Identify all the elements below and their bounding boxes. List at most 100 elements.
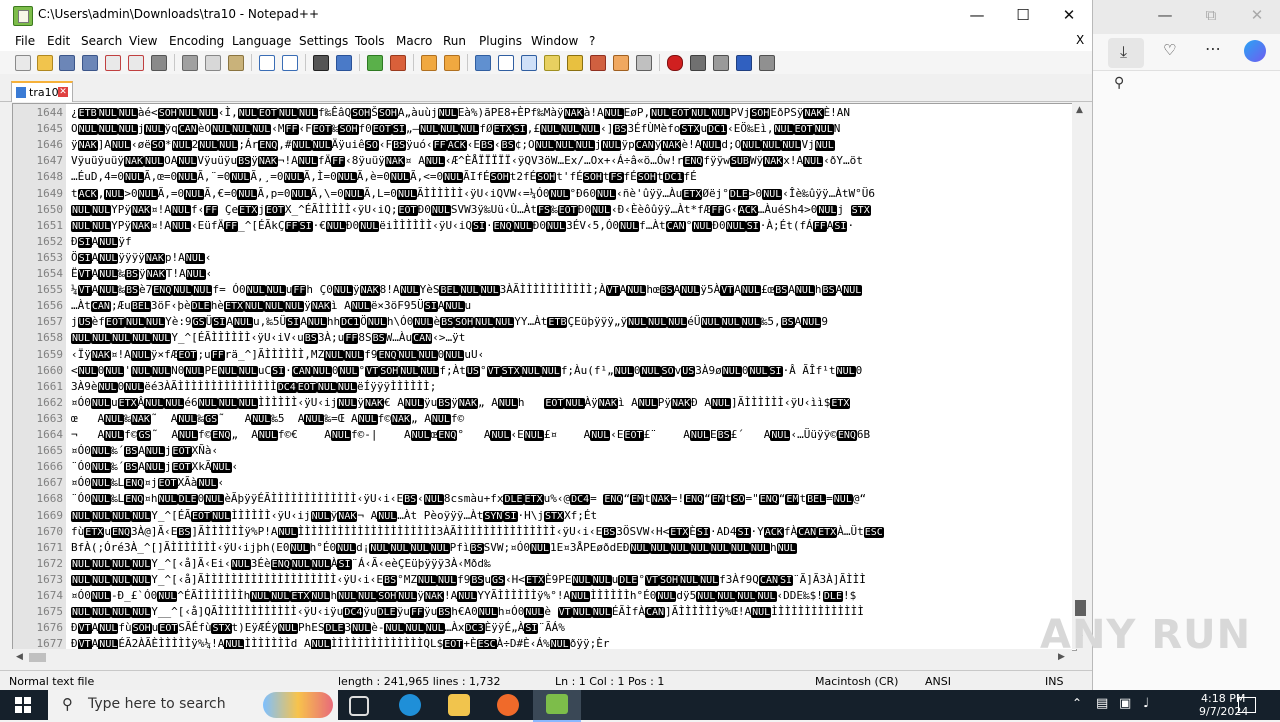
paste-icon[interactable] — [228, 55, 244, 71]
code-line[interactable]: <NUL0NUL'NUL NULN0NULPENUL NULuCSI·CAN NUL0… — [71, 364, 1073, 377]
undo-icon[interactable] — [259, 55, 275, 71]
save-all-icon[interactable] — [82, 55, 98, 71]
start-button[interactable] — [15, 697, 31, 713]
sync-horizontal-icon[interactable] — [444, 55, 460, 71]
file-explorer-icon[interactable] — [448, 694, 470, 716]
code-line[interactable]: ¨Ó0NUL‰LENQ¤hNUL DLE0NULèÃþÿÿÉÃÌÌÌÌÌÌÌÌÌÌ… — [71, 492, 1073, 506]
horizontal-scrollbar[interactable]: ◀ ▶ — [12, 649, 1072, 666]
copilot-icon[interactable] — [1244, 40, 1266, 62]
find-icon[interactable] — [313, 55, 329, 71]
record-macro-icon[interactable] — [667, 55, 683, 71]
close-all-icon[interactable] — [128, 55, 144, 71]
browser-minimize-button[interactable]: — — [1142, 0, 1188, 31]
show-all-chars-icon[interactable] — [498, 55, 514, 71]
code-line[interactable]: NUL NUL NUL NULY_^[‹å]ÃÌÌÌÌÌÌÌÌÌÌÌÌÌÌÌÌÌÌÌÌ… — [71, 573, 1073, 586]
menu-help[interactable]: ? — [589, 34, 595, 48]
code-line[interactable]: VÿuüÿuüÿNAK NULOANULVÿuüÿuBSÿNAK¬!ANULfÄF… — [71, 154, 1073, 168]
code-line[interactable]: jUSèfEOT NUL NULYè:9GSÜSIANULu,‰5ÜSIANULhh… — [71, 315, 1073, 329]
copy-icon[interactable] — [205, 55, 221, 71]
code-line[interactable]: tACK,NUL>0NULÃ,=0NULÃ,€=0NULÃ,p=0NULÃ,\=… — [71, 187, 1073, 200]
code-line[interactable]: ¤Ó0NULuETXÂNUL NULé6NUL NUL NULÌÌÌÌÌÌ‹ÿU‹ij… — [71, 396, 1073, 409]
play-macro-icon[interactable] — [713, 55, 729, 71]
cut-icon[interactable] — [182, 55, 198, 71]
menu-search[interactable]: Search — [81, 34, 122, 48]
menu-encoding[interactable]: Encoding — [169, 34, 224, 48]
volume-icon[interactable]: ♩ — [1143, 696, 1149, 711]
code-line[interactable]: ÐVTANULfùSOHuEOTSÃÉfùSTXt)EÿÆÉÿNULPhESDL… — [71, 621, 1073, 635]
code-line[interactable]: œ ANUL‰NAK˜ ANUL‰GS˜ ANUL‰5 ANUL‰=Œ ANUL… — [71, 412, 1073, 425]
doc-map-icon[interactable] — [567, 55, 583, 71]
monitoring-icon[interactable] — [636, 55, 652, 71]
menu-plugins[interactable]: Plugins — [479, 34, 522, 48]
taskbar-search-box[interactable]: ⚲ Type here to search — [48, 690, 338, 720]
tab-tra10[interactable]: tra10 ✕ — [11, 81, 73, 102]
code-line[interactable]: …ÀtCAN;ÆuBEL3öF‹þèDLEhèETX NUL NUL NULÿNAKì… — [71, 299, 1073, 313]
firefox-icon[interactable] — [497, 694, 519, 716]
code-line[interactable]: ¤Ó0NUL‰´BSANULjEOTXÑà‹ — [71, 444, 1073, 458]
word-wrap-icon[interactable] — [475, 55, 491, 71]
user-language-icon[interactable] — [544, 55, 560, 71]
pin-icon[interactable]: ⚲ — [1114, 75, 1124, 91]
code-line[interactable]: NUL NUL NUL NUL NULY_^[ÉÃÌÌÌÌÌÌ‹ÿU‹iV‹uBS3À;… — [71, 331, 1073, 345]
minimize-button[interactable]: — — [954, 0, 1000, 31]
code-line[interactable]: ¤Ó0NUL‰LENQ¤jEOTXÃàNUL‹ — [71, 476, 1073, 490]
menu-macro[interactable]: Macro — [396, 34, 432, 48]
menu-tools[interactable]: Tools — [355, 34, 385, 48]
menu-file[interactable]: File — [15, 34, 35, 48]
new-file-icon[interactable] — [15, 55, 31, 71]
open-file-icon[interactable] — [37, 55, 53, 71]
sync-vertical-icon[interactable] — [421, 55, 437, 71]
edge-icon[interactable] — [399, 694, 421, 716]
zoom-in-icon[interactable] — [367, 55, 383, 71]
notepadpp-taskbar-button[interactable] — [533, 690, 581, 722]
code-line[interactable]: ‹ÏÿNAK¤!ANULÿ×fÆEOT;uFFrä_^]ÃÌÌÌÌÌÌ,MZNU… — [71, 348, 1073, 361]
editor[interactable]: 1644 1645 1646 1647 1648 1649 1650 1651 1652 1653… — [12, 103, 1077, 651]
menu-settings[interactable]: Settings — [299, 34, 348, 48]
close-button[interactable]: ✕ — [1046, 0, 1092, 31]
code-line[interactable]: NUL NUL NUL NULY_^[ÉÃEOT NULÌÌÌÌÌÌ‹ÿU‹ijNULÿ… — [71, 509, 1073, 522]
function-list-icon[interactable] — [590, 55, 606, 71]
print-icon[interactable] — [151, 55, 167, 71]
close-document-button[interactable]: X — [1076, 33, 1084, 47]
code-line[interactable]: ÖSIANULÿÿÿÿNAKp!ANUL‹ — [71, 251, 1073, 264]
save-macro-icon[interactable] — [759, 55, 775, 71]
network-adapter-icon[interactable]: ▤ — [1096, 696, 1108, 711]
save-icon[interactable] — [59, 55, 75, 71]
code-line[interactable]: ¬ ANULf©GS˜ ANULf©ENQ„ ANULf©€ ANULf©-| … — [71, 428, 1073, 441]
task-view-icon[interactable] — [349, 696, 369, 716]
code-line[interactable]: ¿ETB NUL NULàé<SOH NUL NUL‹Ì,NUL EOT NUL NULf‰Ê… — [71, 106, 1073, 119]
browser-restore-button[interactable]: ⧉ — [1188, 0, 1234, 31]
code-line[interactable]: BfÀ(;Óré3À_^[]ÃÌÌÌÌÌÌÌ‹ÿU‹ijþh(E0NULh°É0… — [71, 541, 1073, 554]
menu-language[interactable]: Language — [232, 34, 291, 48]
code-line[interactable]: ¨Ó0NUL‰´BSANULjEOTXkÃNUL‹ — [71, 460, 1073, 474]
code-line[interactable]: ONUL NUL NULjNULÿqCANèONUL NUL NUL‹MFF‹FEOT‰… — [71, 122, 1073, 136]
indent-guide-icon[interactable] — [521, 55, 537, 71]
code-line[interactable]: ÿNAK]ANUL‹øëSO*NUL2NUL NUL;ÁrENQ,#NUL NULÄ… — [71, 138, 1073, 152]
menu-edit[interactable]: Edit — [47, 34, 70, 48]
network-icon[interactable]: ▣ — [1119, 696, 1131, 711]
menu-window[interactable]: Window — [531, 34, 578, 48]
code-line[interactable]: ËVTANUL‰BSÿNAKT!ANUL‹ — [71, 267, 1073, 280]
code-line[interactable]: …ÉuD,4=0NULÃ,œ=0NULÃ,¨=0NULÃ,¸=0NULÃ,Ì=0… — [71, 170, 1073, 184]
code-line[interactable]: ¤Ó0NUL-Ð_£`Ó0NUL^ÉÃÌÌÌÌÌÌÌhNUL NUL ETX NULh… — [71, 589, 1073, 602]
code-line[interactable]: NUL NUL NUL NULY__^[‹å]QÃÌÌÌÌÌÌÌÌÌÌÌÌ‹ÿU‹iÿ… — [71, 605, 1073, 619]
more-options-icon[interactable]: ⋯ — [1205, 39, 1221, 58]
notification-icon[interactable] — [1238, 697, 1256, 713]
scroll-up-icon[interactable]: ▲ — [1076, 105, 1083, 115]
browser-close-button[interactable]: ✕ — [1234, 0, 1280, 31]
scroll-left-icon[interactable]: ◀ — [16, 652, 23, 662]
code-line[interactable]: ÐSIANULÿf — [71, 235, 1073, 248]
code-line[interactable]: ¼VTANUL‰BSè7ENQ NUL NULf= Ó0NUL NULuFFh Ç0N… — [71, 283, 1073, 297]
code-line[interactable]: NUL NULYPÿNAK¤!ANULf‹FF ÇeETXjEOTX_^ÉÃÌÌÌ… — [71, 203, 1073, 216]
download-button[interactable]: ⤓ — [1108, 38, 1144, 68]
show-hidden-icons-icon[interactable]: ⌃ — [1072, 696, 1082, 710]
browser-essentials-icon[interactable]: ♡ — [1163, 41, 1176, 59]
run-macro-multiple-icon[interactable] — [736, 55, 752, 71]
vertical-scrollbar[interactable]: ▲ ▼ — [1072, 103, 1089, 649]
replace-icon[interactable] — [336, 55, 352, 71]
zoom-out-icon[interactable] — [390, 55, 406, 71]
close-file-icon[interactable] — [105, 55, 121, 71]
horizontal-scroll-thumb[interactable] — [29, 653, 46, 662]
redo-icon[interactable] — [282, 55, 298, 71]
code-line[interactable]: NUL NUL NUL NULY_^[‹å]Ã‹Ei‹NUL3ÉèENQ NUL NULÀ… — [71, 557, 1073, 570]
